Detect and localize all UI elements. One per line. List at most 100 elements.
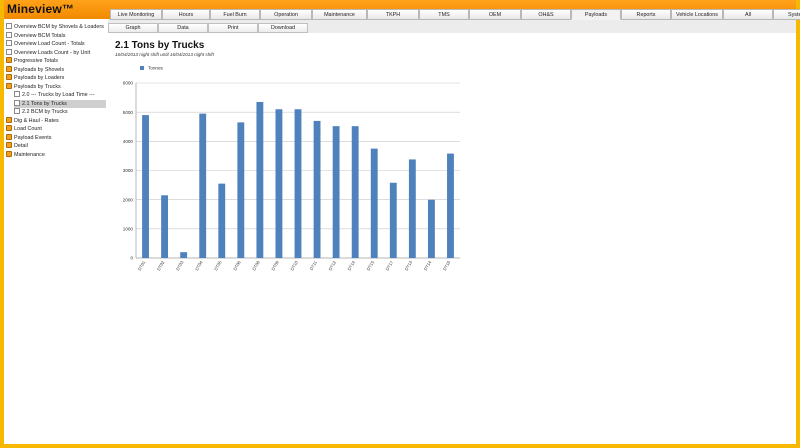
bar <box>199 113 207 258</box>
sidebar-item-label: Payloads by Shovels <box>14 66 65 73</box>
x-tick-label: DT08 <box>251 259 261 271</box>
sidebar-item-16[interactable]: Maintenance <box>6 150 45 159</box>
doc-icon <box>6 23 12 29</box>
sidebar-item-12[interactable]: Dig & Haul - Rates <box>6 116 59 125</box>
sidebar-item-label: Maintenance <box>14 151 45 158</box>
bar <box>294 109 302 258</box>
subtab-print[interactable]: Print <box>208 23 258 33</box>
subtab-graph[interactable]: Graph <box>108 23 158 33</box>
tons-by-trucks-chart: 0 1000 2000 3000 4000 5000 6000 Tonnes DT01 DT02 D… <box>123 66 460 271</box>
y-tick-label: 2000 <box>123 197 134 202</box>
tab-oem[interactable]: OEM <box>469 9 521 20</box>
sidebar-item-label: Payloads by Trucks <box>14 83 61 90</box>
x-tick-label: DT06 <box>232 259 242 271</box>
x-tick-label: DT14 <box>423 259 433 271</box>
folder-icon <box>6 65 12 72</box>
tab-fuel-burn[interactable]: Fuel Burn <box>210 9 260 20</box>
sidebar-item-15[interactable]: Detail <box>6 142 28 150</box>
app-title: Mineview™ <box>7 2 75 16</box>
tab-oh-s[interactable]: OH&S <box>521 9 571 20</box>
sidebar-item-2[interactable]: Overview BCM Totals <box>6 31 66 40</box>
sidebar-item-5[interactable]: Progressive Totals <box>6 57 58 65</box>
folder-icon <box>6 82 12 89</box>
x-tick-label: DT11 <box>309 259 319 271</box>
sidebar-item-11[interactable]: 2.2 BCM by Trucks <box>14 108 68 116</box>
tab-vehicle-locations[interactable]: Vehicle Locations <box>671 9 723 20</box>
bar <box>408 159 416 258</box>
bar <box>370 148 378 258</box>
tab-reports[interactable]: Reports <box>621 9 671 20</box>
sidebar-item-label: 2.1 Tons by Trucks <box>22 100 67 107</box>
tab-all[interactable]: All <box>723 9 773 20</box>
sidebar-item-label: 2.2 BCM by Trucks <box>22 109 68 115</box>
bar <box>256 101 264 258</box>
tab-payloads[interactable]: Payloads <box>571 9 621 20</box>
sidebar-item-13[interactable]: Load Count <box>6 125 42 133</box>
bar <box>218 183 226 258</box>
doc-icon <box>14 108 20 114</box>
x-tick-label: DT03 <box>175 259 185 271</box>
sidebar-item-label: 2.0 --- Trucks by Load Time --- <box>22 92 95 98</box>
x-tick-label: DT17 <box>385 259 395 271</box>
bar <box>427 199 435 258</box>
tab-system[interactable]: System <box>773 9 800 20</box>
sidebar: Overview BCM by Shovels & Loaders Overvie… <box>4 19 109 444</box>
folder-icon <box>6 133 12 140</box>
page-subtitle: 16/04/2013 night shift until 16/04/2013 … <box>115 52 214 57</box>
sidebar-item-14[interactable]: Payload Events <box>6 133 52 142</box>
folder-icon <box>6 74 12 80</box>
folder-icon <box>6 142 12 148</box>
sidebar-item-6[interactable]: Payloads by Shovels <box>6 65 65 74</box>
sidebar-item-4[interactable]: Overview Loads Count - by Unit <box>6 48 91 57</box>
sidebar-item-label: Payload Events <box>14 134 52 141</box>
x-tick-label: DT13 <box>404 259 414 271</box>
x-tick-label: DT12 <box>328 259 338 271</box>
sidebar-item-label: Payloads by Loaders <box>14 75 65 81</box>
x-tick-label: DT09 <box>270 259 280 271</box>
folder-icon <box>6 116 12 123</box>
tab-tkph[interactable]: TKPH <box>367 9 419 20</box>
bar <box>313 120 321 258</box>
page-title: 2.1 Tons by Trucks <box>115 40 205 51</box>
legend-label: Tonnes <box>148 66 164 71</box>
y-tick-label: 5000 <box>123 110 134 115</box>
bar <box>332 126 340 259</box>
sidebar-item-label: Dig & Haul - Rates <box>14 117 59 124</box>
sidebar-item-label: Overview BCM Totals <box>14 32 66 39</box>
folder-icon <box>6 57 12 63</box>
x-tick-label: DT02 <box>156 259 166 271</box>
doc-icon <box>14 99 20 106</box>
bar <box>389 182 397 258</box>
bar <box>447 153 454 258</box>
bar <box>351 126 359 259</box>
x-tick-label: DT01 <box>137 259 147 271</box>
subtab-data[interactable]: Data <box>158 23 208 33</box>
x-tick-label: DT16 <box>442 259 452 271</box>
sidebar-item-8[interactable]: Payloads by Trucks <box>6 82 61 91</box>
tab-live-monitoring[interactable]: Live Monitoring <box>110 9 162 20</box>
y-tick-label: 6000 <box>123 81 134 86</box>
x-tick-label: DT10 <box>289 259 299 271</box>
bar <box>142 115 149 258</box>
doc-icon <box>14 91 20 97</box>
subtab-download[interactable]: Download <box>258 23 308 33</box>
tab-hours[interactable]: Hours <box>162 9 210 20</box>
sidebar-item-label: Overview Loads Count - by Unit <box>14 49 91 56</box>
tab-operation[interactable]: Operation <box>260 9 312 20</box>
sidebar-item-label: Detail <box>14 143 28 149</box>
x-tick-label: DT05 <box>213 259 223 271</box>
legend-swatch <box>140 66 144 70</box>
y-tick-label: 4000 <box>123 139 134 144</box>
sidebar-item-label: Overview BCM by Shovels & Loaders <box>14 24 104 30</box>
sidebar-item-9[interactable]: 2.0 --- Trucks by Load Time --- <box>14 91 95 99</box>
tab-maintenance[interactable]: Maintenance <box>312 9 367 20</box>
sidebar-item-1[interactable]: Overview BCM by Shovels & Loaders <box>6 23 104 31</box>
tab-tms[interactable]: TMS <box>419 9 469 20</box>
y-tick-label: 3000 <box>123 168 134 173</box>
folder-icon <box>6 150 12 157</box>
bar <box>180 252 188 258</box>
sidebar-item-7[interactable]: Payloads by Loaders <box>6 74 64 82</box>
sidebar-item-3[interactable]: Overview Load Count - Totals <box>6 40 85 48</box>
doc-icon <box>6 31 12 38</box>
sidebar-item-10[interactable]: 2.1 Tons by Trucks <box>14 99 106 108</box>
